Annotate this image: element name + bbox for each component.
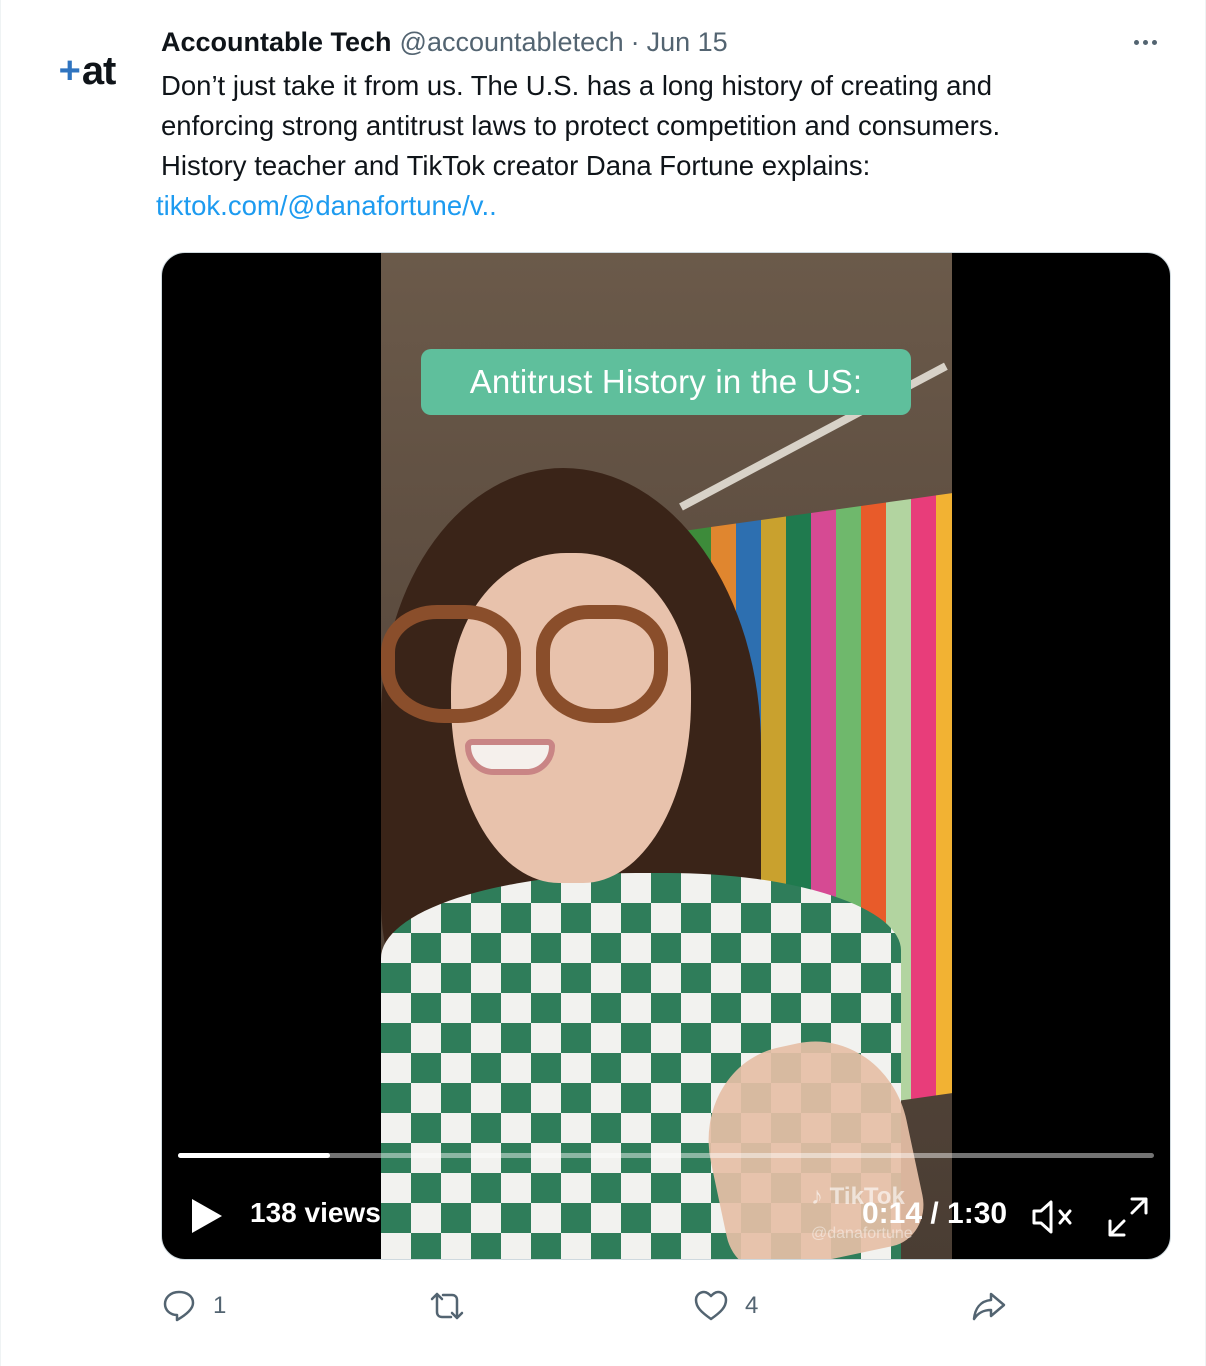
tweet-text: Don’t just take it from us. The U.S. has… — [161, 66, 1161, 186]
separator-dot: · — [630, 26, 640, 57]
like-icon — [694, 1290, 728, 1321]
tweet-actions: 1 4 — [161, 1284, 1161, 1328]
reply-icon — [163, 1290, 195, 1322]
retweet-icon — [430, 1292, 464, 1320]
glasses-left-lens — [381, 605, 521, 723]
video-progress-bar[interactable] — [178, 1153, 1154, 1158]
tiktok-link[interactable]: tiktok.com/@danafortune/v.. — [156, 186, 497, 226]
avatar-plus: + — [58, 50, 81, 92]
author-name[interactable]: Accountable Tech — [161, 27, 392, 58]
share-button[interactable] — [971, 1284, 1007, 1328]
video-time: 0:14 / 1:30 — [862, 1197, 1008, 1230]
like-button[interactable]: 4 — [693, 1284, 758, 1328]
more-dot — [1142, 39, 1148, 45]
expand-icon[interactable] — [1106, 1195, 1150, 1239]
view-count: 138 views — [250, 1197, 381, 1228]
more-dot — [1133, 39, 1139, 45]
avatar-text: at — [81, 49, 117, 93]
avatar[interactable]: + at — [41, 36, 133, 106]
more-options-icon[interactable] — [1125, 30, 1165, 54]
person-mouth — [465, 739, 555, 775]
like-count: 4 — [745, 1292, 759, 1319]
author-handle[interactable]: @accountabletech — [400, 27, 624, 58]
play-icon[interactable] — [190, 1197, 224, 1235]
video-player[interactable]: Antitrust History in the US: ♪ TikTok @d… — [161, 252, 1171, 1260]
video-frame: Antitrust History in the US: ♪ TikTok @d… — [381, 253, 952, 1259]
tweet-header: Accountable Tech @accountabletech · Jun … — [161, 24, 728, 60]
mute-icon[interactable] — [1030, 1197, 1076, 1237]
tweet-text-line: enforcing strong antitrust laws to prote… — [161, 110, 1001, 141]
glasses-right-lens — [536, 605, 668, 723]
retweet-button[interactable] — [429, 1284, 481, 1328]
tweet-date[interactable]: Jun 15 — [647, 27, 728, 58]
video-controls: 138 views 0:14 / 1:30 — [162, 1183, 1170, 1249]
video-progress-fill — [178, 1153, 331, 1158]
reply-button[interactable]: 1 — [161, 1284, 226, 1328]
tweet-text-line: History teacher and TikTok creator Dana … — [161, 150, 871, 181]
tweet[interactable]: + at Accountable Tech @accountabletech ·… — [0, 0, 1206, 1366]
reply-count: 1 — [213, 1292, 227, 1319]
share-icon — [972, 1292, 1006, 1321]
video-caption: Antitrust History in the US: — [421, 349, 911, 415]
more-dot — [1151, 39, 1157, 45]
tweet-text-line: Don’t just take it from us. The U.S. has… — [161, 70, 993, 101]
